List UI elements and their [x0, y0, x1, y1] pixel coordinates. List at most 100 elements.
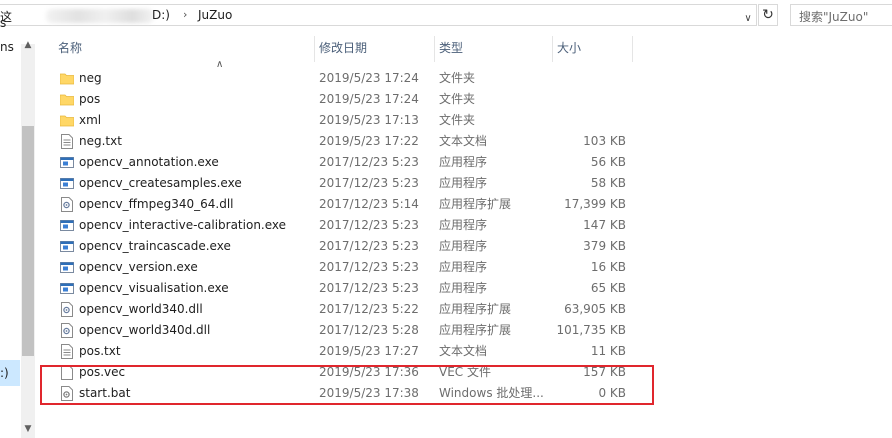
file-date: 2019/5/23 17:38	[319, 386, 419, 400]
file-name: start.bat	[79, 386, 131, 400]
file-name: opencv_visualisation.exe	[79, 281, 229, 295]
bat-file-icon	[60, 386, 74, 401]
file-name: opencv_world340.dll	[79, 302, 203, 316]
file-date: 2019/5/23 17:36	[319, 365, 419, 379]
breadcrumb-chevron-icon[interactable]: ›	[183, 8, 187, 21]
file-row[interactable]: pos 2019/5/23 17:24 文件夹	[38, 89, 892, 110]
nav-scrollbar-thumb[interactable]	[22, 126, 34, 356]
file-size: 58 KB	[590, 176, 626, 190]
refresh-button[interactable]: ↻	[758, 4, 778, 26]
file-date: 2017/12/23 5:23	[319, 155, 419, 169]
scroll-up-arrow-icon[interactable]: ▲	[21, 40, 35, 50]
dll-icon	[60, 197, 74, 212]
column-header-date[interactable]: 修改日期	[299, 30, 434, 62]
file-name: neg	[79, 71, 102, 85]
folder-icon	[59, 113, 75, 128]
file-type: Windows 批处理...	[439, 386, 544, 400]
address-history-dropdown-icon[interactable]: ∨	[740, 9, 756, 29]
file-type: 应用程序扩展	[439, 197, 512, 211]
file-type: 文件夹	[439, 92, 476, 106]
column-header-name[interactable]: 名称	[38, 30, 314, 62]
file-size: 103 KB	[583, 134, 626, 148]
file-row[interactable]: neg 2019/5/23 17:24 文件夹	[38, 68, 892, 89]
dll-icon	[60, 323, 74, 338]
file-row[interactable]: opencv_ffmpeg340_64.dll 2017/12/23 5:14 应用…	[38, 194, 892, 215]
file-row[interactable]: opencv_version.exe 2017/12/23 5:23 应用程序 16 …	[38, 257, 892, 278]
file-name: opencv_createsamples.exe	[79, 176, 242, 190]
text-file-icon	[60, 344, 74, 359]
column-header: 名称 修改日期 类型 大小 ∧	[38, 30, 892, 70]
breadcrumb-current-folder[interactable]: JuZuo	[198, 8, 232, 22]
dll-icon	[60, 302, 74, 317]
file-date: 2019/5/23 17:27	[319, 344, 419, 358]
exe-icon	[60, 281, 74, 296]
file-size: 0 KB	[598, 386, 626, 400]
file-date: 2017/12/23 5:23	[319, 260, 419, 274]
file-type: 应用程序扩展	[439, 323, 512, 337]
nav-item-label[interactable]: s	[0, 16, 6, 30]
column-header-type[interactable]: 类型	[419, 30, 552, 62]
breadcrumb-drive[interactable]: D:)	[152, 8, 170, 22]
file-size: 11 KB	[590, 344, 626, 358]
text-file-icon	[60, 134, 74, 149]
file-name: neg.txt	[79, 134, 122, 148]
file-row[interactable]: opencv_visualisation.exe 2017/12/23 5:23 应…	[38, 278, 892, 299]
file-type: 应用程序	[439, 176, 488, 190]
file-date: 2019/5/23 17:13	[319, 113, 419, 127]
file-name: xml	[79, 113, 102, 127]
blurred-breadcrumb	[46, 9, 154, 23]
file-row[interactable]: xml 2019/5/23 17:13 文件夹	[38, 110, 892, 131]
file-date: 2017/12/23 5:22	[319, 302, 419, 316]
file-date: 2017/12/23 5:23	[319, 176, 419, 190]
file-type: 应用程序扩展	[439, 302, 512, 316]
file-row[interactable]: opencv_createsamples.exe 2017/12/23 5:23 应…	[38, 173, 892, 194]
search-input[interactable]: 搜索"JuZuo"	[790, 4, 892, 26]
file-name: pos.vec	[79, 365, 126, 379]
file-row[interactable]: opencv_world340d.dll 2017/12/23 5:28 应用程序扩…	[38, 320, 892, 341]
nav-item-label[interactable]: ns	[0, 40, 14, 54]
scroll-down-arrow-icon[interactable]: ▼	[21, 424, 35, 434]
file-type: 应用程序	[439, 239, 488, 253]
file-type: 文本文档	[439, 134, 488, 148]
file-row[interactable]: pos.vec 2019/5/23 17:36 VEC 文件 157 KB	[38, 362, 892, 383]
address-bar[interactable]: 这 D:) › JuZuo ∨	[0, 4, 757, 26]
file-name: pos.txt	[79, 344, 121, 358]
file-row[interactable]: pos.txt 2019/5/23 17:27 文本文档 11 KB	[38, 341, 892, 362]
file-size: 17,399 KB	[564, 197, 626, 211]
file-size: 56 KB	[590, 155, 626, 169]
file-type: 文件夹	[439, 71, 476, 85]
blank-file-icon	[60, 365, 74, 380]
file-size: 63,905 KB	[564, 302, 626, 316]
file-date: 2019/5/23 17:24	[319, 92, 419, 106]
exe-icon	[60, 218, 74, 233]
file-type: 应用程序	[439, 260, 488, 274]
refresh-icon: ↻	[762, 7, 774, 23]
file-row[interactable]: opencv_annotation.exe 2017/12/23 5:23 应用程序…	[38, 152, 892, 173]
file-type: 应用程序	[439, 218, 488, 232]
file-row[interactable]: opencv_traincascade.exe 2017/12/23 5:23 应用…	[38, 236, 892, 257]
nav-item-label[interactable]: :)	[0, 366, 9, 380]
column-divider[interactable]	[632, 36, 633, 62]
exe-icon	[60, 239, 74, 254]
file-name: opencv_interactive-calibration.exe	[79, 218, 287, 232]
file-type: 应用程序	[439, 281, 488, 295]
file-name: opencv_world340d.dll	[79, 323, 211, 337]
file-date: 2019/5/23 17:22	[319, 134, 419, 148]
file-name: pos	[79, 92, 101, 106]
file-row[interactable]: opencv_interactive-calibration.exe 2017/1…	[38, 215, 892, 236]
file-type: 应用程序	[439, 155, 488, 169]
file-type: 文件夹	[439, 113, 476, 127]
file-name: opencv_annotation.exe	[79, 155, 219, 169]
file-row[interactable]: start.bat 2019/5/23 17:38 Windows 批处理... 0 …	[38, 383, 892, 404]
file-date: 2017/12/23 5:23	[319, 239, 419, 253]
folder-icon	[59, 71, 75, 86]
folder-icon	[59, 92, 75, 107]
file-row[interactable]: opencv_world340.dll 2017/12/23 5:22 应用程序扩展…	[38, 299, 892, 320]
file-name: opencv_ffmpeg340_64.dll	[79, 197, 234, 211]
exe-icon	[60, 260, 74, 275]
file-size: 65 KB	[590, 281, 626, 295]
file-type: VEC 文件	[439, 365, 491, 379]
column-header-size[interactable]: 大小	[537, 30, 632, 62]
file-type: 文本文档	[439, 344, 488, 358]
file-row[interactable]: neg.txt 2019/5/23 17:22 文本文档 103 KB	[38, 131, 892, 152]
